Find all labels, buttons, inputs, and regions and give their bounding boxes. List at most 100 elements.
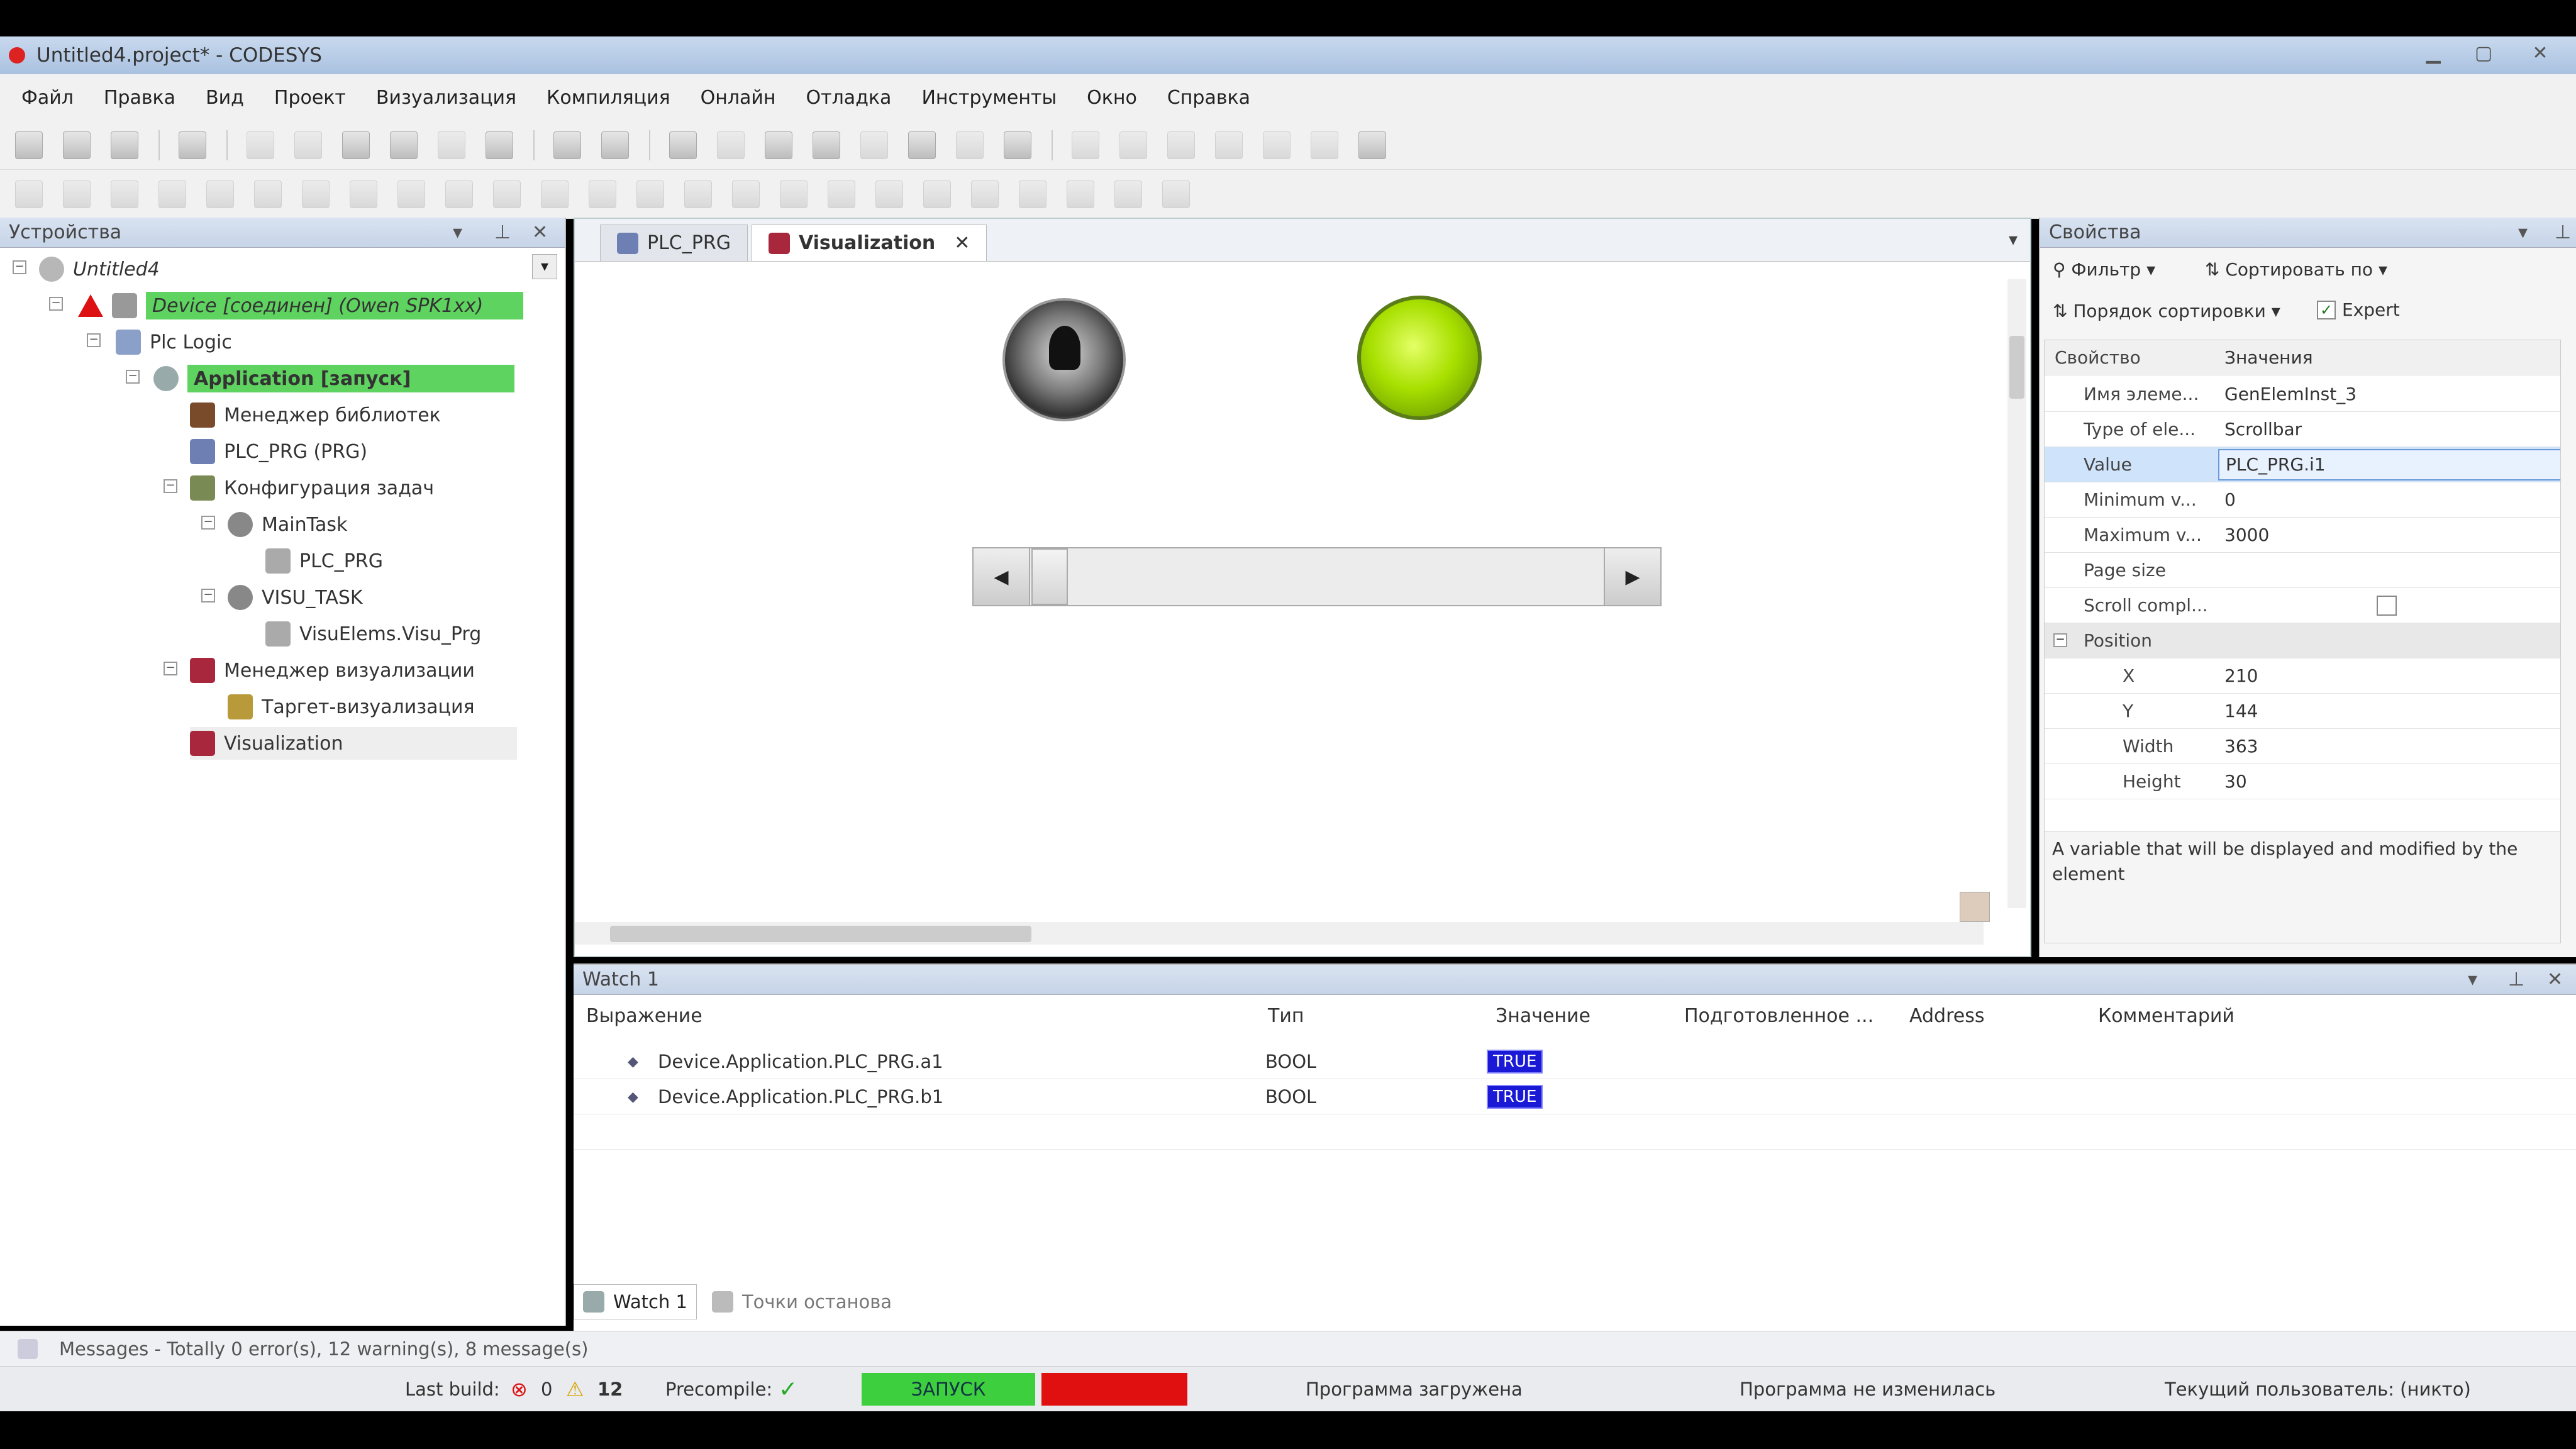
keyboard-icon[interactable]	[971, 180, 999, 208]
undo-icon[interactable]	[247, 131, 274, 159]
collapse-icon[interactable]: −	[126, 370, 140, 384]
editor-vertical-scrollbar[interactable]	[2007, 279, 2026, 908]
table-row[interactable]: ◆ Device.Application.PLC_PRG.a1 BOOL TRU…	[574, 1044, 2576, 1079]
paste-icon[interactable]	[438, 131, 465, 159]
filter-button[interactable]: ⚲ Фильтр ▾	[2053, 259, 2155, 280]
menu-visualization[interactable]: Визуализация	[376, 87, 516, 109]
scrollbar-element[interactable]: ◀ ▶	[972, 547, 1662, 606]
property-row[interactable]: Width 363	[2045, 729, 2560, 764]
find-icon[interactable]	[553, 131, 581, 159]
collapse-icon[interactable]: −	[87, 333, 101, 347]
property-row[interactable]: Y 144	[2045, 694, 2560, 729]
element-list-icon[interactable]	[1162, 180, 1190, 208]
tree-item-plc-prg[interactable]: PLC_PRG (PRG)	[190, 435, 367, 468]
scroll-right-arrow-icon[interactable]: ▶	[1604, 548, 1660, 605]
menu-online[interactable]: Онлайн	[701, 87, 776, 109]
grid-icon[interactable]	[732, 180, 760, 208]
stop-icon[interactable]	[1004, 131, 1031, 159]
tree-item-visu-manager[interactable]: Менеджер визуализации	[190, 654, 475, 687]
logout-icon[interactable]	[908, 131, 936, 159]
maximize-icon[interactable]: ▢	[2460, 39, 2507, 67]
property-row[interactable]: Page size	[2045, 553, 2560, 588]
breakpoint-icon[interactable]	[1263, 131, 1291, 159]
export-icon[interactable]	[765, 131, 792, 159]
tree-item-application[interactable]: Application [запуск]	[153, 362, 514, 395]
same-height-icon[interactable]	[350, 180, 377, 208]
collapse-icon[interactable]: −	[201, 516, 215, 530]
tree-item-visuelems[interactable]: VisuElems.Visu_Prg	[265, 618, 481, 650]
table-row[interactable]: ◆ Device.Application.PLC_PRG.b1 BOOL TRU…	[574, 1079, 2576, 1114]
tree-item-library-manager[interactable]: Менеджер библиотек	[190, 399, 441, 431]
tree-item-device[interactable]: Device [соединен] (Owen SPK1xx)	[78, 289, 523, 322]
ungroup-icon[interactable]	[684, 180, 712, 208]
align-bottom-icon[interactable]	[158, 180, 186, 208]
step-over-icon[interactable]	[1072, 131, 1099, 159]
image-pool-icon[interactable]	[1019, 180, 1046, 208]
step-out-icon[interactable]	[1167, 131, 1195, 159]
property-row[interactable]: Height 30	[2045, 764, 2560, 799]
layer-up-icon[interactable]	[780, 180, 808, 208]
expert-checkbox[interactable]: ✓ Expert	[2317, 299, 2400, 320]
property-row[interactable]: Type of ele... Scrollbar	[2045, 412, 2560, 447]
close-panel-icon[interactable]: ✕	[532, 221, 548, 243]
collapse-icon[interactable]: −	[13, 260, 26, 274]
close-window-icon[interactable]: ✕	[2517, 39, 2563, 67]
menu-edit[interactable]: Правка	[104, 87, 175, 109]
property-group-position[interactable]: − Position	[2045, 623, 2560, 658]
tab-breakpoints[interactable]: Точки останова	[703, 1284, 901, 1319]
frame-icon[interactable]	[875, 180, 903, 208]
vertical-scroll-thumb[interactable]	[2009, 336, 2024, 399]
tree-item-plc-logic[interactable]: Plc Logic	[116, 326, 232, 358]
replace-icon[interactable]	[601, 131, 629, 159]
messages-bar[interactable]: Messages - Totally 0 error(s), 12 warnin…	[0, 1331, 2576, 1366]
collapse-icon[interactable]: −	[164, 662, 177, 675]
pin-icon[interactable]: ⊥	[2555, 221, 2571, 243]
value-badge[interactable]: TRUE	[1487, 1085, 1543, 1109]
bring-front-icon[interactable]	[541, 180, 569, 208]
run-state-badge[interactable]: ЗАПУСК	[862, 1373, 1035, 1406]
login-icon[interactable]	[860, 131, 888, 159]
layer-down-icon[interactable]	[828, 180, 855, 208]
force-icon[interactable]	[1311, 131, 1338, 159]
visualization-canvas[interactable]: ◀ ▶	[575, 263, 2001, 922]
tab-visualization[interactable]: Visualization ✕	[751, 225, 987, 261]
align-center-icon[interactable]	[206, 180, 234, 208]
close-panel-icon[interactable]: ✕	[2547, 969, 2563, 991]
same-width-icon[interactable]	[302, 180, 330, 208]
menu-build[interactable]: Компиляция	[547, 87, 670, 109]
align-top-icon[interactable]	[63, 180, 91, 208]
panel-dropdown-icon[interactable]: ▾	[2468, 969, 2477, 991]
sort-order-button[interactable]: ⇅ Порядок сортировки ▾	[2053, 301, 2280, 321]
print-icon[interactable]	[179, 131, 206, 159]
interface-icon[interactable]	[1114, 180, 1142, 208]
space-vertical-icon[interactable]	[493, 180, 521, 208]
editor-horizontal-scrollbar[interactable]	[575, 922, 1984, 945]
property-row-selected[interactable]: Value PLC_PRG.i1	[2045, 447, 2560, 482]
align-right-icon[interactable]	[111, 180, 138, 208]
column-prepared-value[interactable]: Подготовленное ...	[1684, 1005, 1874, 1027]
value-badge[interactable]: TRUE	[1487, 1050, 1543, 1074]
tree-item-visu-task[interactable]: VISU_TASK	[228, 581, 363, 614]
menu-help[interactable]: Справка	[1167, 87, 1250, 109]
menu-debug[interactable]: Отладка	[806, 87, 892, 109]
cut-icon[interactable]	[342, 131, 370, 159]
new-file-icon[interactable]	[15, 131, 43, 159]
compile-icon[interactable]	[717, 131, 745, 159]
column-value[interactable]: Значение	[1496, 1005, 1591, 1027]
window-icon[interactable]	[669, 131, 697, 159]
tree-item-visualization[interactable]: Visualization	[190, 727, 517, 760]
close-tab-icon[interactable]: ✕	[954, 232, 970, 254]
menu-file[interactable]: Файл	[21, 87, 74, 109]
panel-dropdown-icon[interactable]: ▾	[2518, 221, 2528, 243]
device-icon[interactable]	[813, 131, 840, 159]
pin-icon[interactable]: ⊥	[494, 221, 511, 243]
panel-dropdown-icon[interactable]: ▾	[453, 221, 462, 243]
sort-by-button[interactable]: ⇅ Сортировать по ▾	[2205, 259, 2387, 280]
run-to-cursor-icon[interactable]	[1215, 131, 1243, 159]
tab-watch-1[interactable]: Watch 1	[574, 1284, 697, 1319]
property-row[interactable]: Minimum v... 0	[2045, 482, 2560, 518]
property-row[interactable]: Scroll compl...	[2045, 588, 2560, 623]
scroll-left-arrow-icon[interactable]: ◀	[974, 548, 1030, 605]
scroll-thumb[interactable]	[1031, 548, 1068, 605]
delete-icon[interactable]	[486, 131, 513, 159]
